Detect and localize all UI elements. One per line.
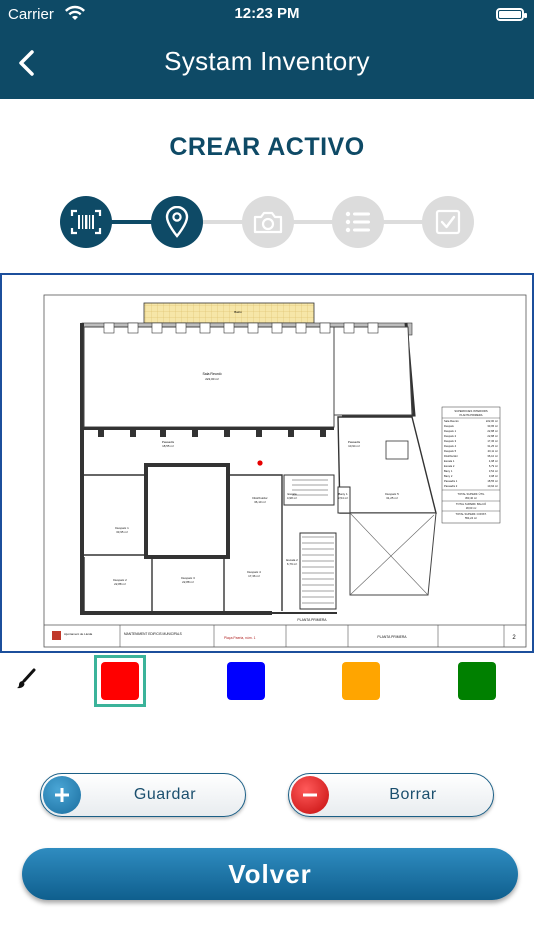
svg-text:Despatx 4: Despatx 4 xyxy=(444,444,457,448)
back-button[interactable]: Volver xyxy=(22,848,518,900)
total-label: TOTAL SUPERF. CONST. xyxy=(455,512,486,516)
svg-text:36,10 m²: 36,10 m² xyxy=(487,454,498,458)
svg-text:Despatx: Despatx xyxy=(444,424,455,428)
svg-text:Escala 2: Escala 2 xyxy=(444,464,455,468)
room-area: 222,00 m² xyxy=(205,377,219,381)
location-pin-icon xyxy=(165,206,189,238)
svg-text:10,94 m²: 10,94 m² xyxy=(487,484,498,488)
barcode-icon xyxy=(70,209,102,235)
floor-plan-drawing[interactable]: Balcó Sala Reunió 222,00 m² Passadís 18,… xyxy=(2,275,532,651)
room-area: 36,10 m² xyxy=(254,500,266,504)
svg-text:Sala Reunió: Sala Reunió xyxy=(444,419,459,423)
room-area: 31,25 m² xyxy=(386,496,398,500)
room-area: 33,95 m² xyxy=(116,530,128,534)
color-swatch-green[interactable] xyxy=(458,662,496,700)
step-photo[interactable] xyxy=(242,196,294,248)
address: Plaça Paeria, núm. 1 xyxy=(224,636,256,640)
location-marker[interactable] xyxy=(257,460,263,466)
municipality-name: Ajuntament de Lleida xyxy=(64,632,93,636)
svg-text:222,00 m²: 222,00 m² xyxy=(486,419,498,423)
step-connector xyxy=(176,220,450,224)
svg-text:Despatx 1: Despatx 1 xyxy=(444,429,457,433)
color-palette xyxy=(0,655,534,707)
svg-text:20,11 m²: 20,11 m² xyxy=(488,449,499,453)
svg-text:Balcó: Balcó xyxy=(234,310,242,314)
progress-stepper xyxy=(60,196,476,248)
brush-icon[interactable] xyxy=(14,667,38,691)
table-title: SUPERFICIES INTERIORS xyxy=(454,409,488,413)
svg-text:Despatx 5: Despatx 5 xyxy=(444,449,457,453)
step-details[interactable] xyxy=(332,196,384,248)
floor-plan-canvas[interactable]: Balcó Sala Reunió 222,00 m² Passadís 18,… xyxy=(0,273,534,653)
svg-text:3,54 m²: 3,54 m² xyxy=(489,469,498,473)
status-bar: Carrier 12:23 PM xyxy=(0,0,534,30)
step-scan[interactable] xyxy=(60,196,112,248)
room-label: Sala Reunió xyxy=(202,372,221,376)
svg-text:18,55 m²: 18,55 m² xyxy=(487,479,498,483)
room-area: 3,54 m² xyxy=(338,496,348,500)
svg-text:22,88 m²: 22,88 m² xyxy=(487,434,498,438)
sheet-label: PLANTA PRIMERA xyxy=(377,635,407,639)
total-value: 554,24 m² xyxy=(465,516,477,520)
checkbox-icon xyxy=(435,209,461,235)
svg-text:3,08 m²: 3,08 m² xyxy=(489,474,498,478)
svg-text:17,36 m²: 17,36 m² xyxy=(487,439,498,443)
page-title: CREAR ACTIVO xyxy=(169,133,365,161)
plan-label: PLANTA PRIMERA xyxy=(297,618,327,622)
svg-text:31,25 m²: 31,25 m² xyxy=(487,444,498,448)
svg-text:Despatx 2: Despatx 2 xyxy=(444,434,457,438)
total-label: TOTAL SUPERF. ÚTIL xyxy=(458,492,485,496)
room-area: 18,55 m² xyxy=(162,444,174,448)
svg-text:Passadís 1: Passadís 1 xyxy=(444,479,458,483)
list-icon xyxy=(345,211,370,233)
municipality-logo xyxy=(52,631,61,640)
save-button[interactable]: Guardar xyxy=(40,773,246,817)
room-area: 4,98 m² xyxy=(287,496,297,500)
svg-text:33,95 m²: 33,95 m² xyxy=(487,424,498,428)
svg-text:Despatx 3: Despatx 3 xyxy=(444,439,457,443)
svg-text:22,88 m²: 22,88 m² xyxy=(487,429,498,433)
plus-icon xyxy=(43,776,81,814)
room-area: 10,94 m² xyxy=(348,444,360,448)
svg-text:Escala 1: Escala 1 xyxy=(444,459,455,463)
svg-text:Distribuïdor: Distribuïdor xyxy=(444,454,458,458)
room-area: 6,79 m² xyxy=(287,562,297,566)
navigation-bar: Carrier 12:23 PM Systam Inventory xyxy=(0,0,534,99)
total-value: 453,40 m² xyxy=(465,496,477,500)
svg-text:Passadís 2: Passadís 2 xyxy=(444,484,458,488)
nav-title: Systam Inventory xyxy=(164,46,370,76)
step-location[interactable] xyxy=(151,196,203,248)
color-swatch-orange[interactable] xyxy=(342,662,380,700)
svg-text:4,98 m²: 4,98 m² xyxy=(489,459,498,463)
svg-text:6,79 m²: 6,79 m² xyxy=(489,464,498,468)
delete-label: Borrar xyxy=(389,786,437,803)
room-area: 17,36 m² xyxy=(248,574,260,578)
delete-button[interactable]: Borrar xyxy=(288,773,494,817)
total-value: 18,60 m² xyxy=(466,506,477,510)
svg-text:Bany 2: Bany 2 xyxy=(444,474,453,478)
area-table: SUPERFICIES INTERIORS PLANTA PRIMERA Sal… xyxy=(441,406,501,524)
clock: 12:23 PM xyxy=(234,5,300,22)
camera-icon xyxy=(253,211,283,234)
table-subtitle: PLANTA PRIMERA xyxy=(459,413,482,417)
battery-icon xyxy=(496,8,527,21)
color-swatch-red[interactable] xyxy=(101,662,139,700)
svg-text:Bany 1: Bany 1 xyxy=(444,469,453,473)
project-name: MANTENIMENT EDIFICIS MUNICIPALS xyxy=(124,632,182,636)
room-area: 22,88 m² xyxy=(182,580,194,584)
minus-icon xyxy=(291,776,329,814)
save-label: Guardar xyxy=(133,786,197,803)
color-swatch-blue[interactable] xyxy=(227,662,265,700)
step-confirm[interactable] xyxy=(422,196,474,248)
room-area: 22,88 m² xyxy=(114,582,126,586)
